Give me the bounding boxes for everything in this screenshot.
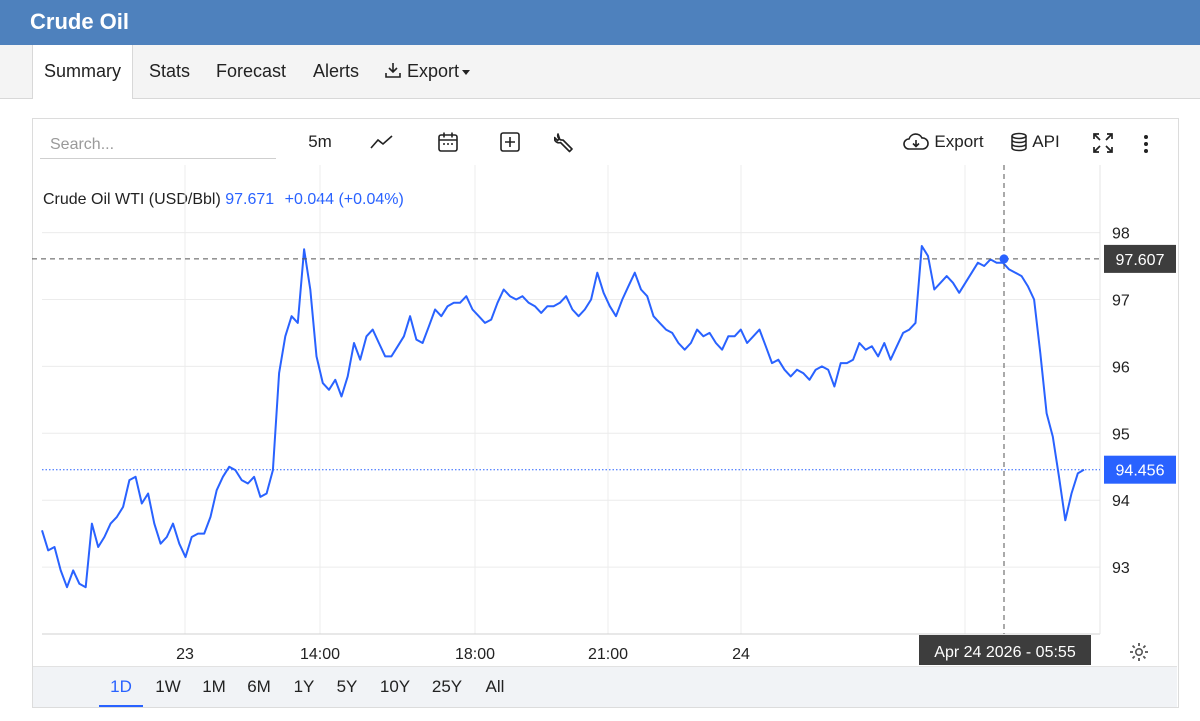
y-tick-label: 97 <box>1112 293 1130 310</box>
period-5y[interactable]: 5Y <box>330 667 364 707</box>
period-1m[interactable]: 1M <box>196 667 232 707</box>
x-tick-label: 14:00 <box>300 646 340 663</box>
period-1y[interactable]: 1Y <box>287 667 321 707</box>
price-chart[interactable]: 93 94 95 96 97 98 23 14:00 18:00 21:00 24 97.607 94.… <box>0 0 1200 721</box>
y-tick-label: 96 <box>1112 359 1130 376</box>
period-6m[interactable]: 6M <box>240 667 278 707</box>
y-tick-label: 95 <box>1112 426 1130 443</box>
x-tick-label: 18:00 <box>455 646 495 663</box>
x-tick-label: 24 <box>732 646 750 663</box>
crosshair-point <box>999 254 1009 264</box>
crosshair-price-label: 97.607 <box>1116 252 1165 269</box>
period-all[interactable]: All <box>478 667 512 707</box>
period-10y[interactable]: 10Y <box>374 667 416 707</box>
period-1d[interactable]: 1D <box>99 667 143 707</box>
x-tick-label: 23 <box>176 646 194 663</box>
period-selector: 1D 1W 1M 6M 1Y 5Y 10Y 25Y All <box>33 666 1177 707</box>
crosshair-time-label: Apr 24 2026 - 05:55 <box>934 644 1076 661</box>
x-tick-label: 21:00 <box>588 646 628 663</box>
y-tick-label: 98 <box>1112 226 1130 243</box>
period-25y[interactable]: 25Y <box>426 667 468 707</box>
period-1w[interactable]: 1W <box>150 667 186 707</box>
y-tick-label: 94 <box>1112 493 1130 510</box>
y-tick-label: 93 <box>1112 560 1130 577</box>
current-price-label: 94.456 <box>1116 463 1165 480</box>
price-series-line <box>41 245 1085 589</box>
settings-icon[interactable] <box>1127 638 1151 666</box>
